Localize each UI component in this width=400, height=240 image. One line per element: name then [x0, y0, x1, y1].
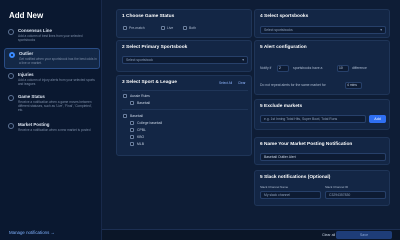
radio-icon[interactable] [8, 73, 14, 79]
option-label: Live [167, 25, 174, 30]
section-title: 6 Name Your Market Posting Notification [260, 142, 353, 147]
radio-icon[interactable] [8, 29, 14, 35]
difference-select[interactable]: 10 [337, 65, 349, 72]
repeat-label: Do not repeat alerts for the same market… [260, 83, 326, 87]
exclude-markets-input[interactable]: e.g. 1st Inning Total Hits, Super Bowl, … [260, 115, 366, 123]
input-placeholder: My slack channel [264, 193, 291, 197]
slack-id-input[interactable]: C3294357830 [325, 191, 386, 199]
section-title: 3 Select Sport & League [122, 80, 177, 85]
save-button[interactable]: Save [336, 231, 392, 239]
sidebar-item-injuries[interactable]: Injuries Add a column of injury alerts f… [4, 70, 100, 91]
section-title: 5 Alert configuration [260, 45, 307, 50]
card-game-status: 1 Choose Game Status Pre-match Live Both [116, 9, 252, 38]
section-title: 5 Slack notifications (Optional) [260, 175, 331, 180]
footer-bar: Clear all Save [102, 229, 400, 240]
option-label: Both [189, 25, 196, 30]
section-title: 5 Exclude markets [260, 104, 303, 109]
select-value: 4 mins [347, 83, 357, 87]
sidebar-item-game-status[interactable]: Game Status Receive a notification when … [4, 92, 100, 119]
sidebar-item-outlier[interactable]: Outlier Get notified when your sportsboo… [4, 48, 100, 69]
input-placeholder: e.g. 1st Inning Total Hits, Super Bowl, … [264, 117, 338, 121]
checkbox-league[interactable] [130, 142, 134, 146]
card-slack-notifications: 5 Slack notifications (Optional) Slack C… [254, 170, 390, 206]
select-placeholder: Select sportsbooks [264, 28, 293, 32]
sport-label: Baseball [130, 113, 144, 118]
league-label: Baseball [137, 100, 151, 105]
primary-sportsbook-select[interactable]: Select sportsbook ▾ [122, 56, 248, 64]
card-sport-league: 3 Select Sport & League Select All Clear… [116, 75, 252, 156]
slack-channel-label: Slack Channel Name [260, 185, 289, 189]
sportsbooks-have-text: sportsbooks have a [293, 66, 323, 70]
notify-if-label: Notify if [260, 66, 272, 70]
clear-link[interactable]: Clear [238, 81, 246, 85]
sidebar-item-consensus-line[interactable]: Consensus Line Add a column of best line… [4, 26, 100, 47]
input-value: Baseball Outlier Alert [264, 155, 296, 159]
slack-id-label: Slack Channel ID [325, 185, 349, 189]
checkbox-live[interactable] [161, 26, 165, 30]
league-label: KBO [137, 134, 145, 139]
sportsbooks-select[interactable]: Select sportsbooks ▾ [260, 26, 386, 34]
checkbox-pre-match[interactable] [123, 26, 127, 30]
sidebar-item-desc: Get notified when your sportsbook has th… [19, 57, 97, 65]
divider [122, 109, 248, 110]
difference-text: difference [352, 66, 367, 70]
card-notification-name: 6 Name Your Market Posting Notification … [254, 137, 390, 165]
sidebar: Add New Consensus Line Add a column of b… [0, 0, 102, 240]
checkbox-league[interactable] [130, 101, 134, 105]
input-placeholder: C3294357830 [329, 193, 351, 197]
select-placeholder: Select sportsbook [126, 58, 153, 62]
add-market-button[interactable]: Add [369, 115, 386, 123]
section-title: 1 Choose Game Status [122, 14, 175, 19]
radio-icon[interactable] [8, 95, 14, 101]
main-panel: 1 Choose Game Status Pre-match Live Both… [102, 0, 400, 240]
sidebar-item-market-posting[interactable]: Market Posting Receive a notification wh… [4, 120, 100, 141]
card-primary-sportsbook: 2 Select Primary Sportsbook Select sport… [116, 40, 252, 72]
option-label: Pre-match [129, 25, 145, 30]
add-new-notification-dialog: Add New Consensus Line Add a column of b… [0, 0, 400, 240]
league-label: College baseball [137, 120, 163, 125]
sidebar-title: Add New [9, 11, 44, 20]
checkbox-league[interactable] [130, 121, 134, 125]
checkbox-aussie-rules[interactable] [123, 94, 127, 98]
league-label: MLB [137, 141, 144, 146]
section-title: 4 Select sportsbooks [260, 14, 309, 19]
select-value: 10 [339, 66, 343, 70]
sidebar-item-desc: Add a column of injury alerts from your … [18, 78, 95, 86]
radio-selected-icon[interactable] [9, 52, 15, 58]
checkbox-both[interactable] [183, 26, 187, 30]
sportsbooks-count-select[interactable]: 2 [277, 65, 289, 72]
section-title: 2 Select Primary Sportsbook [122, 45, 188, 50]
divider [122, 90, 248, 91]
league-label: CPBL [137, 127, 146, 132]
sidebar-item-desc: Add a column of best lines from your sel… [18, 34, 83, 42]
sport-label: Aussie Rules [130, 93, 150, 98]
manage-notifications-link[interactable]: Manage notifications → [9, 230, 55, 235]
chevron-down-icon: ▾ [380, 28, 382, 32]
checkbox-baseball[interactable] [123, 114, 127, 118]
clear-all-button[interactable]: Clear all [322, 233, 335, 237]
checkbox-league[interactable] [130, 128, 134, 132]
slack-channel-input[interactable]: My slack channel [260, 191, 321, 199]
chevron-down-icon: ▾ [242, 58, 244, 62]
sidebar-item-desc: Receive a notification when a new market… [18, 128, 91, 132]
card-exclude-markets: 5 Exclude markets e.g. 1st Inning Total … [254, 99, 390, 130]
sidebar-item-desc: Receive a notification when a game moves… [18, 100, 93, 112]
radio-icon[interactable] [8, 123, 14, 129]
checkbox-league[interactable] [130, 135, 134, 139]
card-alert-config: 5 Alert configuration Notify if 2 sports… [254, 40, 390, 95]
repeat-interval-select[interactable]: 4 mins [345, 82, 362, 89]
card-sportsbooks: 4 Select sportsbooks Select sportsbooks … [254, 9, 390, 38]
select-value: 2 [279, 66, 281, 70]
select-all-link[interactable]: Select All [219, 81, 232, 85]
notification-name-input[interactable]: Baseball Outlier Alert [260, 153, 386, 161]
notification-type-list: Consensus Line Add a column of best line… [4, 26, 100, 142]
